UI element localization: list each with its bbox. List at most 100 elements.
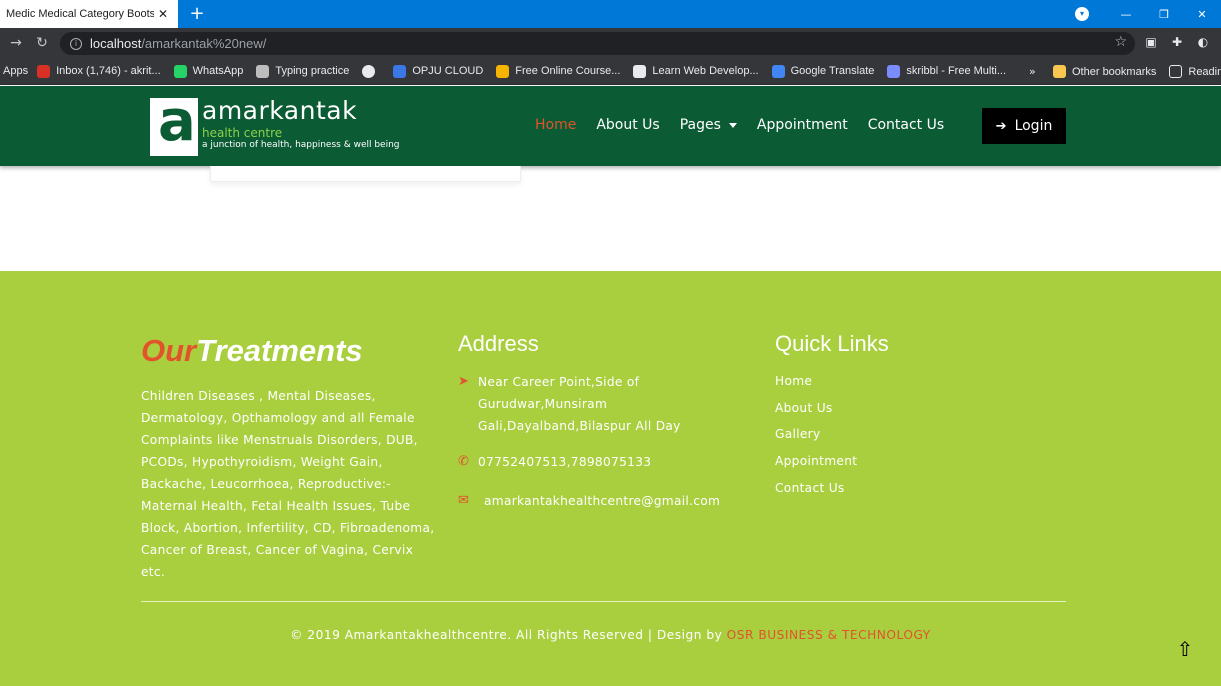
- address-text: Near Career Point,Side of Gurudwar,Munsi…: [478, 375, 681, 433]
- account-avatar-icon[interactable]: ◐: [1195, 34, 1211, 50]
- window-controls: ▾ — ❐ ✕: [1075, 0, 1221, 28]
- caret-down-icon: [728, 122, 737, 128]
- phone-row: ✆ 07752407513,7898075133: [458, 451, 651, 473]
- globe-icon: [362, 64, 376, 78]
- other-bookmarks-label: Other bookmarks: [1072, 65, 1157, 78]
- close-window-icon[interactable]: ✕: [1183, 8, 1221, 21]
- address-title: Address: [458, 331, 539, 356]
- bookmark-label: WhatsApp: [192, 65, 244, 77]
- logo-tagline: a junction of health, happiness & well b…: [202, 140, 400, 150]
- location-arrow-icon: ➤: [458, 374, 469, 389]
- whatsapp-icon: [173, 64, 187, 78]
- site-header: a amarkantak health centre a junction of…: [0, 86, 1221, 166]
- address-row: ➤ Near Career Point,Side of Gurudwar,Mun…: [458, 371, 698, 437]
- reading-list-label: Reading list: [1188, 65, 1221, 78]
- browser-tab[interactable]: Medic Medical Category Bootstrap ✕: [0, 0, 178, 28]
- email-row: ✉ amarkantakhealthcentre@gmail.com: [458, 490, 720, 512]
- url-path: /amarkantak%20new/: [141, 36, 267, 51]
- nav-appointment[interactable]: Appointment: [757, 117, 848, 133]
- reading-list-icon: [1169, 65, 1183, 78]
- logo-letter: a: [158, 89, 196, 154]
- quick-link-gallery[interactable]: Gallery: [775, 427, 821, 441]
- other-bookmarks-folder[interactable]: Other bookmarks: [1053, 65, 1156, 78]
- course-icon: [496, 64, 510, 78]
- phone-text[interactable]: 07752407513,7898075133: [478, 451, 651, 473]
- bookmark-item[interactable]: [362, 64, 381, 78]
- restore-icon[interactable]: ❐: [1145, 8, 1183, 21]
- nav-home[interactable]: Home: [535, 117, 576, 133]
- treatments-text: Children Diseases , Mental Diseases, Der…: [141, 389, 435, 579]
- quick-link-contact-us[interactable]: Contact Us: [775, 481, 845, 495]
- bookmark-label: OPJU CLOUD: [412, 65, 484, 77]
- more-bookmarks-icon[interactable]: »: [1029, 65, 1036, 78]
- copyright-text: © 2019 Amarkantakhealthcentre. All Right…: [290, 628, 727, 642]
- envelope-icon: ✉: [458, 493, 469, 508]
- logo-mark: a: [150, 92, 198, 156]
- pocket-extension-icon[interactable]: ▣: [1143, 34, 1159, 50]
- bookmark-item[interactable]: OPJU CLOUD: [393, 64, 484, 78]
- quick-link-appointment[interactable]: Appointment: [775, 454, 857, 468]
- bookmark-item[interactable]: Apps: [3, 65, 28, 77]
- treatments-title-rest: Treatments: [196, 333, 363, 368]
- bookmark-item[interactable]: Typing practice: [256, 64, 350, 78]
- designer-link[interactable]: OSR BUSINESS & TECHNOLOGY: [727, 628, 931, 642]
- footer-divider: [141, 601, 1066, 602]
- bookmark-item[interactable]: Learn Web Develop...: [633, 64, 759, 78]
- bookmark-label: Inbox (1,746) - akrit...: [56, 65, 161, 77]
- cloud-icon: [393, 64, 407, 78]
- bookmark-label: Learn Web Develop...: [652, 65, 759, 77]
- scroll-to-top-arrow-icon[interactable]: ⇧: [1175, 637, 1195, 661]
- logo-subtitle: health centre: [202, 126, 283, 140]
- login-button[interactable]: ➔ Login: [982, 108, 1066, 144]
- bookmarks-right: Other bookmarks Reading list: [1053, 58, 1221, 85]
- quick-link-home[interactable]: Home: [775, 374, 812, 388]
- bookmark-item[interactable]: WhatsApp: [173, 64, 244, 78]
- bookmark-label: Apps: [3, 65, 29, 77]
- site-footer: OurTreatments Children Diseases , Mental…: [0, 271, 1221, 686]
- minimize-icon[interactable]: —: [1107, 8, 1145, 21]
- nav-contact-us[interactable]: Contact Us: [868, 117, 944, 133]
- bookmark-label: Google Translate: [790, 65, 875, 77]
- bookmark-label: Typing practice: [275, 65, 350, 77]
- folder-icon: [1053, 65, 1066, 78]
- sign-in-icon: ➔: [995, 118, 1007, 134]
- bookmark-label: skribbl - Free Multi...: [906, 65, 1007, 77]
- bookmark-star-icon[interactable]: ☆: [1114, 34, 1127, 50]
- bookmarks-bar: Apps Inbox (1,746) - akrit... WhatsApp Typi…: [0, 58, 1221, 85]
- reading-list-button[interactable]: Reading list: [1169, 65, 1221, 78]
- profile-icon[interactable]: ▾: [1075, 7, 1089, 21]
- new-tab-button[interactable]: +: [186, 3, 208, 25]
- pen-icon: [887, 64, 901, 78]
- puzzle-extensions-icon[interactable]: ✚: [1169, 34, 1185, 50]
- reload-icon[interactable]: ↻: [32, 33, 52, 53]
- shield-icon: [633, 64, 647, 78]
- treatments-title: OurTreatments: [141, 333, 363, 369]
- logo-name: amarkantak: [202, 96, 358, 125]
- tab-title: Medic Medical Category Bootstrap: [6, 8, 154, 20]
- translate-icon: [771, 64, 785, 78]
- login-label: Login: [1014, 118, 1053, 134]
- address-bar[interactable]: i localhost/amarkantak%20new/ ☆: [60, 32, 1135, 55]
- bookmark-label: Free Online Course...: [515, 65, 621, 77]
- email-link[interactable]: amarkantakhealthcentre@gmail.com: [484, 490, 720, 512]
- nav-pages-dropdown[interactable]: Pages: [680, 117, 737, 133]
- gmail-icon: [37, 64, 51, 78]
- browser-tab-strip: Medic Medical Category Bootstrap ✕ + ▾ —…: [0, 0, 1221, 28]
- content-card-edge: [210, 166, 521, 182]
- bookmark-item[interactable]: skribbl - Free Multi...: [887, 64, 1007, 78]
- bookmark-item[interactable]: Inbox (1,746) - akrit...: [37, 64, 161, 78]
- site-logo[interactable]: a amarkantak health centre a junction of…: [150, 92, 400, 156]
- bookmark-item[interactable]: Free Online Course...: [496, 64, 621, 78]
- quick-links-title: Quick Links: [775, 331, 889, 356]
- treatments-title-our: Our: [141, 333, 197, 368]
- copyright-line: © 2019 Amarkantakhealthcentre. All Right…: [0, 628, 1221, 642]
- quick-link-about-us[interactable]: About Us: [775, 401, 833, 415]
- nav-about-us[interactable]: About Us: [596, 117, 659, 133]
- page-icon: [256, 64, 270, 78]
- bookmark-item[interactable]: Google Translate: [771, 64, 875, 78]
- close-tab-icon[interactable]: ✕: [158, 7, 168, 21]
- phone-icon: ✆: [458, 454, 469, 469]
- nav-pages-label: Pages: [679, 117, 721, 133]
- info-icon[interactable]: i: [70, 37, 82, 50]
- forward-arrow-icon[interactable]: →: [6, 33, 26, 53]
